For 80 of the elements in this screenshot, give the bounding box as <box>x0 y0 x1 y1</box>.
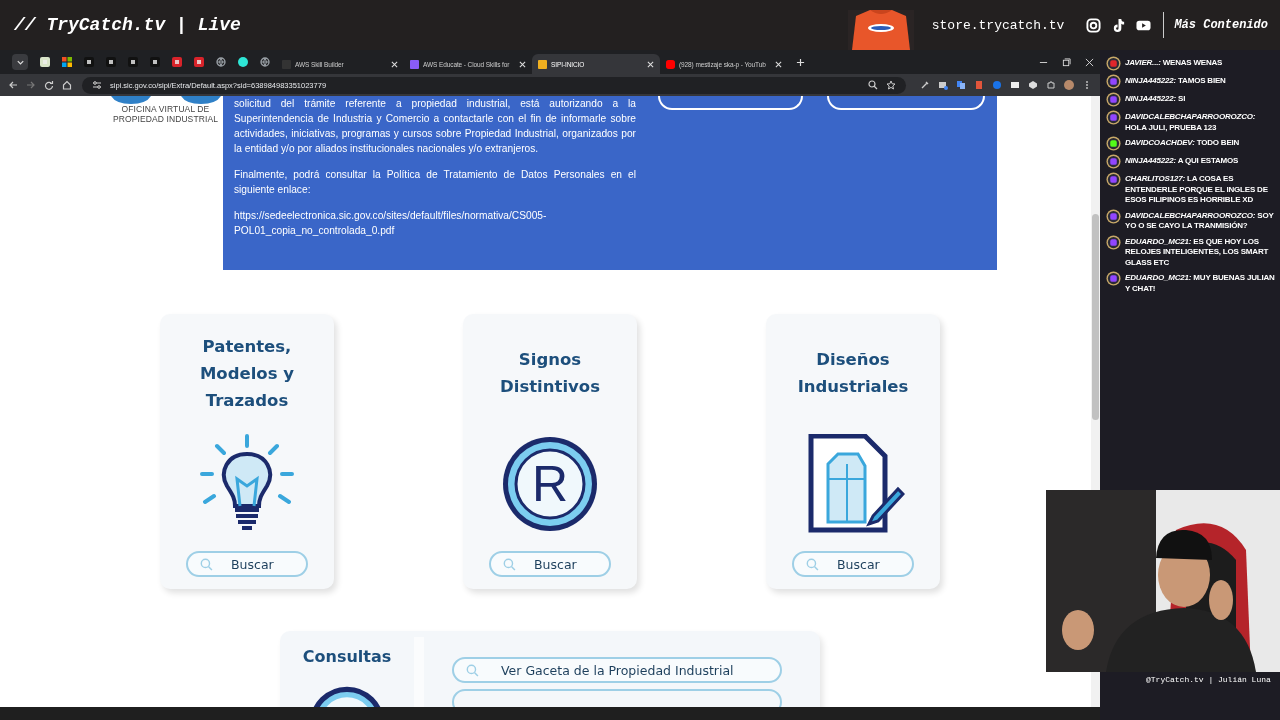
chat-message: EDUARDO_MC21: ES QUE HOY LOS RELOJES INTELIGENTES, LOS SMART GLASS ETC <box>1125 235 1270 268</box>
chat-message: CHARLITOS127: LA COSA ES ENTENDERLE PORQUE EL INGLES DE ESOS FILIPINOS ES HORRIBLE XD <box>1125 173 1269 206</box>
close-icon[interactable] <box>1085 57 1094 67</box>
forward-icon[interactable] <box>26 80 36 90</box>
extension-icon[interactable] <box>938 80 948 90</box>
panel-button[interactable] <box>827 96 985 110</box>
chat-message: NINJA445222: SI <box>1125 93 1186 105</box>
store-link[interactable]: store.trycatch.tv <box>931 17 1065 33</box>
panel-button[interactable] <box>658 96 803 110</box>
policy-link[interactable]: https://sedeelectronica.sic.gov.co/sites/default/files/normativa/CS005-POL01_copia_no_controlada_0.pdf <box>234 208 636 238</box>
app-icon <box>106 57 116 67</box>
globe-icon <box>260 57 270 67</box>
chat-message: DAVIDCALEBCHAPARROOROZCO: HOLA JULI, PRUEBA 123 <box>1125 111 1257 133</box>
search-icon <box>806 557 819 571</box>
badge-icon <box>1106 92 1121 107</box>
badge-icon <box>1106 208 1121 224</box>
card-title: Consultas <box>302 646 392 668</box>
notice-paragraph: Finalmente, podrá consultar la Política de Tratamiento de Datos Personales en el siguiente enlace: <box>234 168 636 197</box>
chat-message: JAVIER...: WENAS WENAS <box>1125 57 1223 69</box>
search-icon <box>466 663 479 677</box>
favicon-icon <box>410 59 419 69</box>
favicon-icon <box>666 59 675 69</box>
close-icon[interactable] <box>519 60 526 68</box>
avatar-icon[interactable] <box>1064 80 1074 90</box>
app-icon <box>150 57 160 67</box>
reload-icon[interactable] <box>44 80 54 90</box>
search-button[interactable]: Ver Gaceta de la Propiedad Industrial <box>452 657 782 683</box>
home-icon[interactable] <box>62 80 72 90</box>
chat-message: DAVIDCALEBCHAPARROOROZCO: SOY YO O SE CAYO LA TRANMISIÓN? <box>1125 209 1275 232</box>
favicon-icon <box>538 59 547 69</box>
badge-icon <box>1106 172 1121 187</box>
card-title: Signos Distintivos <box>499 349 601 398</box>
windows-icon <box>62 57 72 67</box>
close-icon[interactable] <box>647 60 654 68</box>
restore-icon[interactable] <box>1062 57 1071 67</box>
logo-icon <box>110 96 221 104</box>
back-icon[interactable] <box>8 80 18 90</box>
chat-message: NINJA445222: TAMOS BIEN <box>1125 75 1226 87</box>
star-icon[interactable] <box>886 80 896 90</box>
stream-title: // TryCatch.tv | Live <box>14 15 241 35</box>
badge-icon <box>1106 110 1121 125</box>
chat-message: EDUARDO_MC21: MUY BUENAS JULIAN Y CHAT! <box>1125 272 1276 294</box>
search-button[interactable]: Buscar <box>792 551 914 577</box>
search-icon <box>503 557 516 571</box>
app-icon <box>172 57 182 67</box>
app-icon <box>40 57 50 67</box>
instagram-icon <box>1086 17 1102 33</box>
webcam-caption: @TryCatch.tv | Julián Luna <box>1146 675 1271 684</box>
app-icon <box>84 57 94 67</box>
badge-icon <box>1106 271 1121 286</box>
search-icon[interactable] <box>868 80 878 90</box>
badge-icon <box>1106 136 1121 151</box>
close-icon[interactable] <box>391 60 398 68</box>
new-tab-icon[interactable] <box>796 57 805 67</box>
close-icon[interactable] <box>775 60 782 68</box>
circle-icon <box>238 57 248 67</box>
tab-search-button[interactable] <box>12 54 28 70</box>
app-icon <box>194 57 204 67</box>
more-content-label: Más Contenido <box>1174 18 1268 32</box>
badge-icon <box>1106 74 1121 89</box>
badge-icon <box>1106 154 1121 169</box>
scrollbar-thumb[interactable] <box>1092 214 1099 420</box>
logo-caption: OFICINA VIRTUAL DE <box>121 104 210 114</box>
notice-paragraph: solicitud del trámite referente a propiedad industrial, está autorizando a la Superintendencia de Industria y Comercio a contactarle con el fin de informarle sobre actividades, iniciativas, programas y cursos sobre Propiedad Industrial, organizados por la entidad y/o por aliados institucionales nacionales y/o extranjeros. <box>234 97 636 156</box>
globe-icon <box>216 57 226 67</box>
chat-message: NINJA445222: A QUI ESTAMOS <box>1125 155 1239 167</box>
puzzle-icon[interactable] <box>1046 80 1056 90</box>
card-title: Patentes, Modelos y Trazados <box>198 335 296 412</box>
card-title: Diseños Industriales <box>796 349 910 398</box>
badge-icon <box>1106 56 1121 71</box>
eyedropper-icon[interactable] <box>920 80 930 90</box>
search-button[interactable]: Buscar <box>489 551 611 577</box>
badge-icon <box>1106 234 1121 250</box>
search-icon <box>200 557 213 571</box>
search-button[interactable]: Buscar <box>186 551 308 577</box>
site-settings-icon[interactable] <box>92 80 102 90</box>
tiktok-icon <box>1111 17 1127 33</box>
chat-message: DAVIDCOACHDEV: TODO BEIN <box>1125 137 1240 149</box>
logo-caption: PROPIEDAD INDUSTRIAL <box>113 114 218 124</box>
app-icon <box>128 57 138 67</box>
